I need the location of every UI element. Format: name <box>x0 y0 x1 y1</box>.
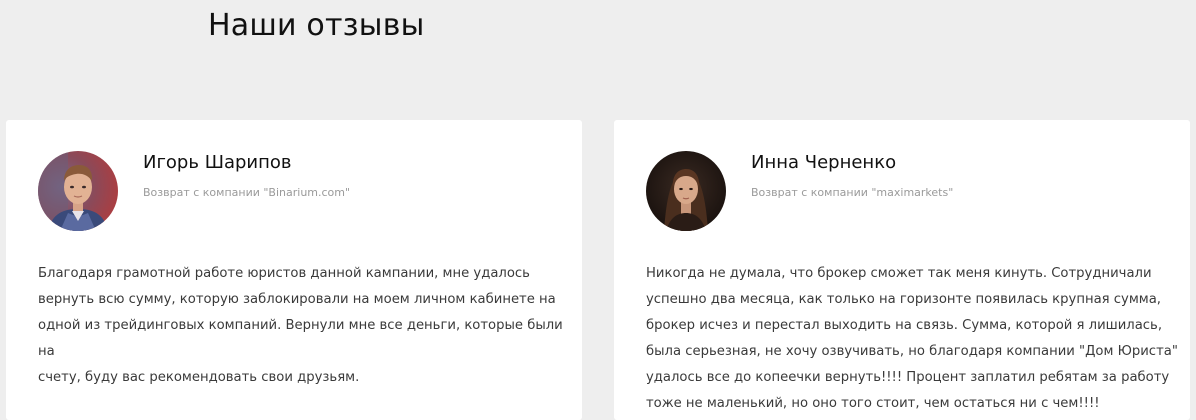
review-card: Инна Черненко Возврат с компании "maxima… <box>614 120 1190 420</box>
review-card: Игорь Шарипов Возврат с компании "Binari… <box>6 120 582 420</box>
man-portrait-avatar <box>38 151 118 231</box>
section-title: Наши отзывы <box>208 8 425 43</box>
review-text: Благодаря грамотной работе юристов данно… <box>38 266 563 385</box>
woman-portrait-avatar <box>646 151 726 231</box>
reviewer-company: Возврат с компании "Binarium.com" <box>143 186 351 199</box>
reviewer-name: Инна Черненко <box>751 152 897 173</box>
reviewer-name: Игорь Шарипов <box>143 152 292 173</box>
review-text: Никогда не думала, что брокер сможет так… <box>646 266 1178 411</box>
reviewer-company: Возврат с компании "maximarkets" <box>751 186 954 199</box>
